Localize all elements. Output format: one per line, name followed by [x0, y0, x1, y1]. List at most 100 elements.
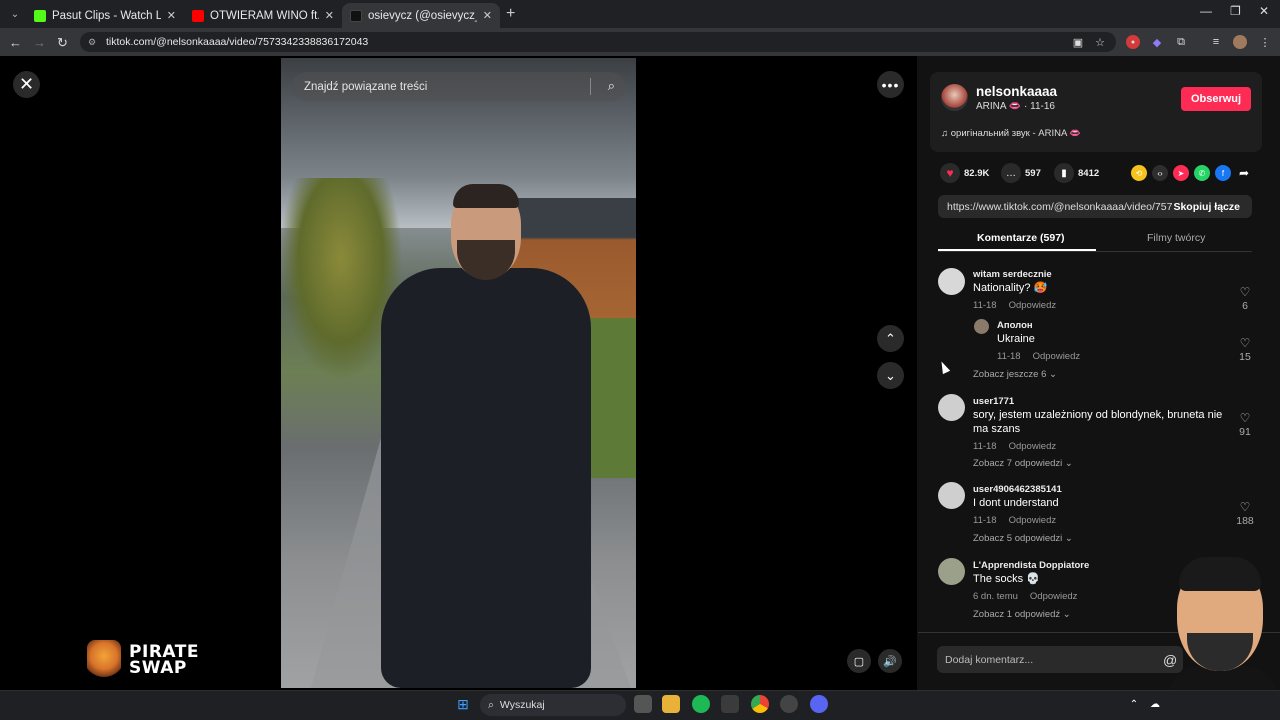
like-heart-icon[interactable]: ♥	[940, 163, 960, 183]
heart-outline-icon[interactable]: ♡	[1240, 500, 1251, 514]
restore-icon[interactable]: ❐	[1230, 4, 1241, 18]
cast-icon[interactable]: ▣	[1071, 35, 1085, 49]
extension-red-icon[interactable]: ●	[1126, 35, 1140, 49]
discord-icon[interactable]	[810, 695, 828, 713]
view-more-replies[interactable]: Zobacz jeszcze 6 ⌄	[973, 369, 1057, 380]
windows-start-icon[interactable]: ⊞	[454, 695, 472, 713]
view-replies[interactable]: Zobacz 1 odpowiedź ⌄	[973, 609, 1071, 620]
file-explorer-icon[interactable]	[662, 695, 680, 713]
whatsapp-icon[interactable]: ✆	[1194, 165, 1210, 181]
task-view-icon[interactable]	[634, 695, 652, 713]
store-icon[interactable]	[721, 695, 739, 713]
like-count: 82.9K	[964, 168, 990, 179]
forward-icon[interactable]: →	[33, 35, 46, 50]
browser-tab-youtube[interactable]: OTWIERAM WINO ft. OTSOCHODZI ✕	[184, 3, 342, 28]
browser-tab-kick[interactable]: Pasut Clips - Watch Live on Kick ✕	[26, 3, 184, 28]
comment-username[interactable]: L'Apprendista Doppiatore	[973, 560, 1089, 571]
address-bar[interactable]: ⚙ tiktok.com/@nelsonkaaaa/video/75733423…	[80, 32, 1116, 52]
embed-code-icon[interactable]: ‹›	[1152, 165, 1168, 181]
video-link-field[interactable]: https://www.tiktok.com/@nelsonkaaaa/vide…	[938, 195, 1252, 218]
comment-username[interactable]: witam serdecznie	[973, 269, 1052, 280]
commenter-avatar[interactable]	[938, 558, 965, 585]
tab-search-button[interactable]: ⌄	[6, 5, 24, 23]
tab-title: osievycz (@osievycz_) | TikTok	[368, 9, 477, 22]
tab-comments[interactable]: Komentarze (597)	[977, 232, 1065, 244]
browser-tab-tiktok[interactable]: osievycz (@osievycz_) | TikTok ✕	[342, 3, 500, 28]
media-controls-icon[interactable]: ≡	[1209, 35, 1223, 49]
view-replies[interactable]: Zobacz 5 odpowiedzi ⌄	[973, 533, 1073, 544]
reply-button[interactable]: Odpowiedz	[1033, 351, 1081, 362]
close-icon[interactable]: ✕	[13, 71, 40, 98]
close-tab-icon[interactable]: ✕	[167, 9, 176, 22]
spotify-icon[interactable]	[692, 695, 710, 713]
related-search-input[interactable]: Znajdź powiązane treści ⌕	[292, 72, 625, 101]
search-icon[interactable]: ⌕	[608, 78, 615, 94]
tab-creator-videos[interactable]: Filmy twórcy	[1147, 232, 1205, 244]
close-tab-icon[interactable]: ✕	[483, 9, 492, 22]
window-close-icon[interactable]: ✕	[1259, 4, 1269, 18]
reply-button[interactable]: Odpowiedz	[1009, 300, 1057, 311]
reply-button[interactable]: Odpowiedz	[1009, 441, 1057, 452]
back-icon[interactable]: ←	[9, 35, 22, 50]
site-info-icon[interactable]: ⚙	[88, 37, 98, 47]
pirate-logo-icon	[87, 640, 122, 680]
reply-username[interactable]: Аполон	[997, 320, 1033, 331]
reply-button[interactable]: Odpowiedz	[1030, 591, 1078, 602]
volume-icon[interactable]: 🔊	[878, 649, 902, 673]
taskbar-search[interactable]: ⌕ Wyszukaj	[480, 694, 626, 716]
profile-avatar[interactable]	[1233, 35, 1247, 49]
more-options-icon[interactable]: •••	[877, 71, 904, 98]
comment-meta: 6 dn. temu Odpowiedz	[973, 591, 1077, 602]
comment-username[interactable]: user1771	[973, 396, 1014, 407]
sponsor-logo-text: PIRATE SWAP	[129, 642, 199, 678]
commenter-avatar[interactable]	[938, 482, 965, 509]
commenter-avatar[interactable]	[938, 394, 965, 421]
extensions-icon[interactable]: ⧉	[1174, 35, 1188, 49]
bookmark-star-icon[interactable]: ☆	[1093, 35, 1107, 49]
browser-menu-icon[interactable]: ⋮	[1258, 35, 1272, 49]
view-replies[interactable]: Zobacz 7 odpowiedzi ⌄	[973, 458, 1073, 469]
extension-purple-icon[interactable]: ◆	[1150, 35, 1164, 49]
heart-outline-icon[interactable]: ♡	[1240, 411, 1251, 425]
new-tab-button[interactable]: +	[506, 5, 515, 23]
send-to-friends-icon[interactable]: ➤	[1173, 165, 1189, 181]
bookmark-icon[interactable]: ▮	[1054, 163, 1074, 183]
share-repost-icon[interactable]: ⟲	[1131, 165, 1147, 181]
commenter-avatar[interactable]	[938, 268, 965, 295]
reply-like[interactable]: ♡ 15	[1235, 334, 1255, 363]
comment-username[interactable]: user4906462385141	[973, 484, 1062, 495]
author-username[interactable]: nelsonkaaaa	[976, 84, 1057, 99]
facebook-icon[interactable]: f	[1215, 165, 1231, 181]
reply-button[interactable]: Odpowiedz	[1009, 515, 1057, 526]
video-frame[interactable]	[281, 58, 636, 688]
previous-video-chevron-up-icon[interactable]: ⌃	[877, 325, 904, 352]
next-video-chevron-down-icon[interactable]: ⌄	[877, 362, 904, 389]
author-avatar[interactable]	[941, 84, 968, 111]
reply-avatar[interactable]	[974, 319, 989, 334]
minimize-icon[interactable]: —	[1200, 4, 1212, 18]
comment-like[interactable]: ♡ 188	[1235, 498, 1255, 527]
comment-like[interactable]: ♡ 6	[1235, 283, 1255, 312]
comment-text: Nationality? 🥵	[973, 282, 1048, 294]
close-tab-icon[interactable]: ✕	[325, 9, 334, 22]
add-comment-input[interactable]: Dodaj komentarz...	[937, 646, 1183, 673]
sound-link[interactable]: ♫ оригінальний звук - ARINA 👄	[941, 128, 1081, 139]
onedrive-icon[interactable]: ☁	[1146, 695, 1164, 713]
heart-outline-icon[interactable]: ♡	[1240, 336, 1251, 350]
sponsor-overlay: PIRATE SWAP	[11, 634, 275, 686]
comment-date: 6 dn. temu	[973, 591, 1018, 602]
comment-like[interactable]: ♡ 91	[1235, 409, 1255, 438]
copy-link-button[interactable]: Skopiuj łącze	[1173, 201, 1240, 213]
follow-button[interactable]: Obserwuj	[1181, 87, 1251, 111]
heart-outline-icon[interactable]: ♡	[1240, 285, 1251, 299]
tray-chevron-up-icon[interactable]: ⌃	[1125, 695, 1143, 713]
chrome-icon[interactable]	[751, 695, 769, 713]
related-search-placeholder: Znajdź powiązane treści	[304, 80, 428, 93]
app-icon[interactable]	[780, 695, 798, 713]
share-arrow-icon[interactable]: ➦	[1236, 165, 1252, 181]
comment-icon[interactable]: …	[1001, 163, 1021, 183]
author-display-date: ARINA 👄 · 11-16	[976, 101, 1055, 112]
floating-player-icon[interactable]: ▢	[847, 649, 871, 673]
comment-like-count: 188	[1236, 515, 1254, 527]
reload-icon[interactable]: ↻	[57, 35, 68, 51]
